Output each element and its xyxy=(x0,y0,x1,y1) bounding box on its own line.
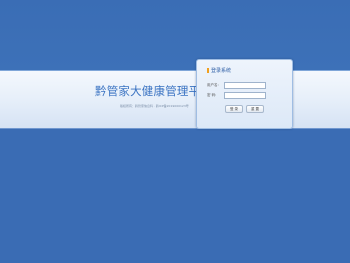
copyright-text: 版权所有：黔管家信息科 · 黔ICP备2019000123号 xyxy=(120,104,189,108)
password-label: 密 码: xyxy=(207,92,217,97)
username-row: 用户名: xyxy=(207,81,266,89)
header-banner xyxy=(0,70,350,129)
login-panel: 登录系统 用户名: 密 码: 登 录 重 置 xyxy=(196,59,293,129)
login-header-text: 登录系统 xyxy=(211,67,232,74)
reset-button[interactable]: 重 置 xyxy=(246,105,264,113)
username-label: 用户名: xyxy=(207,82,219,87)
username-input[interactable] xyxy=(224,81,266,89)
header-marker-icon xyxy=(207,67,209,73)
login-button[interactable]: 登 录 xyxy=(225,105,243,113)
password-input[interactable] xyxy=(224,91,266,99)
page-background-bottom xyxy=(0,129,350,263)
password-row: 密 码: xyxy=(207,91,266,99)
page-background-top xyxy=(0,0,350,70)
login-header: 登录系统 xyxy=(207,67,232,74)
